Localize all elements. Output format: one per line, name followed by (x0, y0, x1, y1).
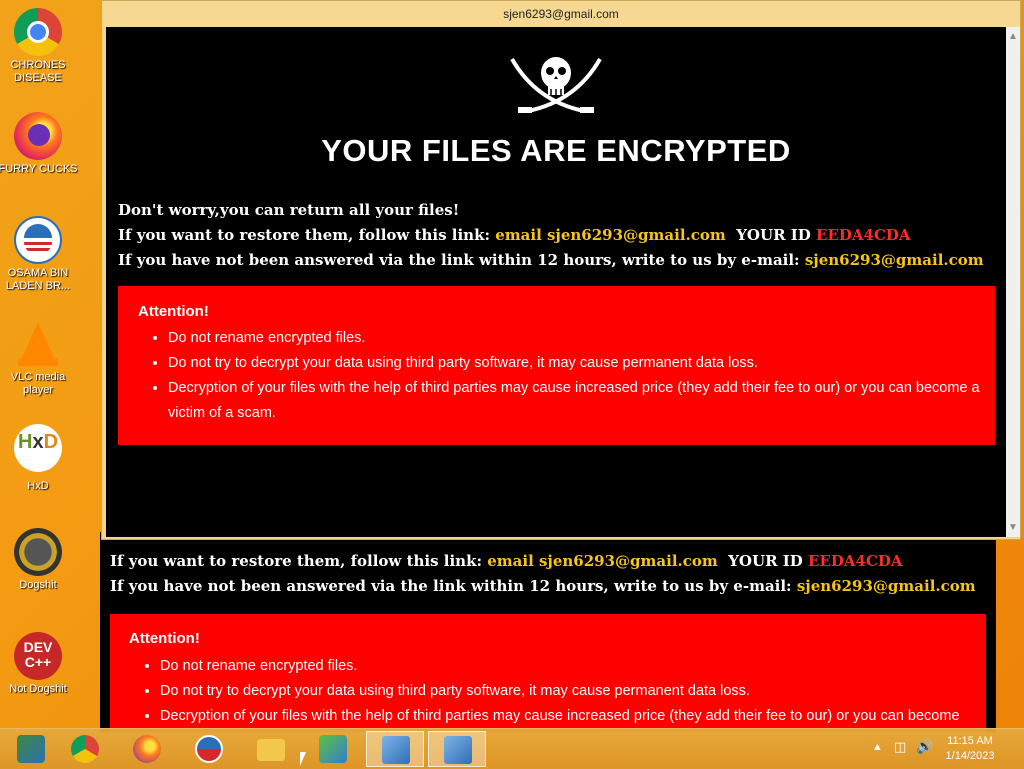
hxd-icon: HxD (14, 424, 62, 472)
network-computer-icon (444, 736, 472, 764)
taskbar-firefox[interactable] (118, 731, 176, 767)
background-ransom-window: If you want to restore them, follow this… (100, 532, 996, 732)
devcpp-icon: DEV C++ (14, 632, 62, 680)
taskbar-network-app-1[interactable] (366, 731, 424, 767)
vertical-scrollbar[interactable]: ▲ ▼ (1006, 27, 1020, 537)
restore-link-line: If you want to restore them, follow this… (110, 552, 903, 570)
desktop-icon-dogshit[interactable]: Dogshit (0, 528, 78, 592)
contact-email-link[interactable]: sjen6293@gmail.com (797, 577, 976, 595)
desktop-icon-label: Dogshit (19, 579, 57, 591)
taskbar-start-button[interactable] (2, 731, 60, 767)
mouse-cursor-icon (300, 752, 306, 766)
scroll-down-icon[interactable]: ▼ (1008, 522, 1018, 533)
attention-list: Do not rename encrypted files. Do not tr… (140, 654, 1010, 729)
contact-email-link[interactable]: sjen6293@gmail.com (805, 251, 984, 269)
contact-email-line: If you have not been answered via the li… (118, 251, 984, 269)
attention-item: Do not try to decrypt your data using th… (160, 679, 1010, 704)
ransom-headline: YOUR FILES ARE ENCRYPTED (321, 133, 791, 168)
desktop-icon-vlc[interactable]: VLC media player (0, 320, 78, 397)
firefox-icon (14, 112, 62, 160)
volume-icon[interactable]: 🔊 (916, 738, 933, 755)
scroll-up-icon[interactable]: ▲ (1008, 31, 1018, 42)
attention-list: Do not rename encrypted files. Do not tr… (148, 326, 1006, 426)
show-hidden-icons-icon[interactable]: ▲ (872, 741, 883, 753)
taskbar-chrome[interactable] (56, 731, 114, 767)
taskbar-obama-app[interactable] (180, 731, 238, 767)
contact-email-line: If you have not been answered via the li… (110, 577, 976, 595)
attention-box: Attention! Do not rename encrypted files… (110, 614, 986, 732)
clock-time: 11:15 AM (947, 735, 993, 747)
attention-item: Do not try to decrypt your data using th… (168, 351, 1006, 376)
desktop-icon-hxd[interactable]: HxD HxD (0, 424, 78, 493)
taskbar: ▲ ◫ 🔊 (0, 728, 1024, 769)
restore-email-link[interactable]: email sjen6293@gmail.com (495, 226, 726, 244)
attention-item: Do not rename encrypted files. (168, 326, 1006, 351)
obama-icon (14, 216, 62, 264)
restore-prefix: If you want to restore them, follow this… (118, 226, 490, 244)
desktop-icon-label: HxD (27, 480, 49, 492)
chrome-icon (71, 735, 99, 763)
attention-item: Decryption of your files with the help o… (168, 376, 1006, 426)
folder-icon (257, 739, 285, 761)
contact-prefix: If you have not been answered via the li… (110, 577, 792, 595)
desktop-icon-furry-cucks[interactable]: FURRY CUCKS (0, 112, 78, 176)
id-label: YOUR ID (736, 226, 811, 244)
attention-box: Attention! Do not rename encrypted files… (118, 286, 995, 445)
attention-title: Attention! (129, 630, 200, 647)
network-computer-icon (382, 736, 410, 764)
taskbar-users-app[interactable] (304, 731, 362, 767)
start-icon (17, 735, 45, 763)
dogshit-icon (14, 528, 62, 576)
clock-date: 1/14/2023 (945, 750, 995, 762)
attention-title: Attention! (138, 303, 209, 320)
ransom-note-content: YOUR FILES ARE ENCRYPTED Don't worry,you… (106, 27, 1006, 537)
reassurance-line: Don't worry,you can return all your file… (118, 201, 460, 219)
attention-item: Do not rename encrypted files. (160, 654, 1010, 679)
network-status-icon[interactable]: ◫ (894, 739, 906, 755)
ransom-note-window[interactable]: sjen6293@gmail.com YOUR FILES ARE ENCRYP… (101, 0, 1021, 540)
firefox-icon (133, 735, 161, 763)
chrome-icon (14, 8, 62, 56)
users-icon (319, 735, 347, 763)
skull-crossed-swords-icon (510, 57, 602, 113)
desktop-icon-not-dogshit[interactable]: DEV C++ Not Dogshit (0, 632, 78, 696)
victim-id: EEDA4CDA (808, 552, 903, 570)
contact-prefix: If you have not been answered via the li… (118, 251, 800, 269)
restore-prefix: If you want to restore them, follow this… (110, 552, 482, 570)
desktop-icon-label: FURRY CUCKS (0, 163, 78, 175)
desktop-icon-osama-bin-laden[interactable]: OSAMA BIN LADEN BR... (0, 216, 78, 293)
attention-item: Decryption of your files with the help o… (160, 704, 1010, 729)
id-label: YOUR ID (728, 552, 803, 570)
taskbar-file-explorer[interactable] (242, 731, 300, 767)
restore-link-line: If you want to restore them, follow this… (118, 226, 911, 244)
desktop-icon-chrones-disease[interactable]: CHRONES DISEASE (0, 8, 78, 85)
window-title-bar[interactable]: sjen6293@gmail.com (102, 1, 1020, 27)
victim-id: EEDA4CDA (816, 226, 911, 244)
desktop-icon-label: OSAMA BIN LADEN BR... (5, 267, 71, 292)
desktop-icon-label: CHRONES DISEASE (10, 59, 66, 84)
restore-email-link[interactable]: email sjen6293@gmail.com (487, 552, 718, 570)
taskbar-network-app-2[interactable] (428, 731, 486, 767)
taskbar-clock[interactable]: 11:15 AM 1/14/2023 (940, 734, 1000, 764)
vlc-icon (14, 320, 62, 368)
desktop-icon-label: VLC media player (10, 371, 66, 396)
obama-icon (195, 735, 223, 763)
desktop-icon-label: Not Dogshit (9, 683, 67, 695)
